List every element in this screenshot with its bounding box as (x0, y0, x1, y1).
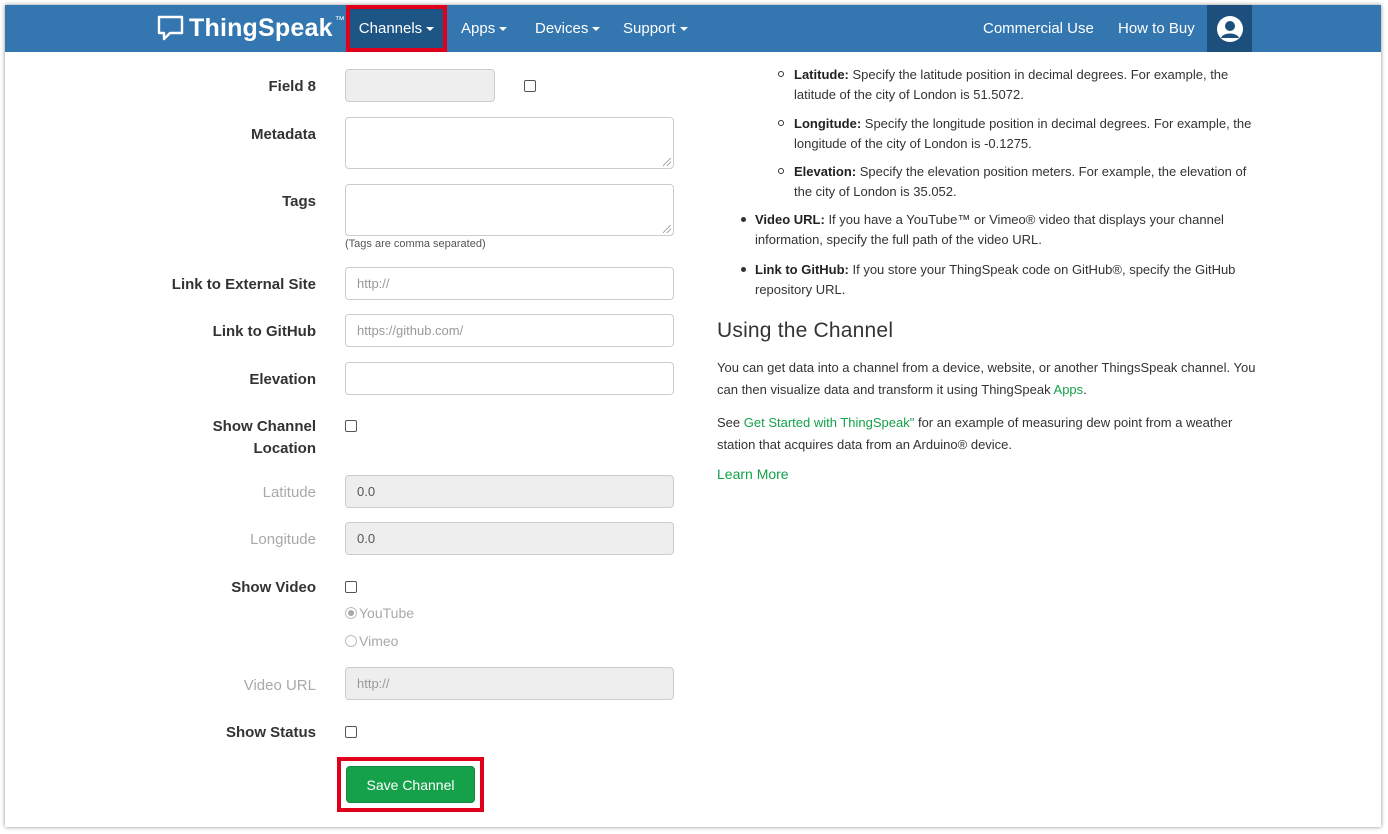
github-label: Link to GitHub (212, 323, 316, 340)
save-channel-highlight: Save Channel (337, 757, 484, 812)
help-longitude: Longitude: Specify the longitude positio… (794, 114, 1264, 153)
vimeo-radio-option[interactable]: Vimeo (345, 633, 398, 649)
nav-support-label: Support (623, 20, 676, 37)
help-github-text2: repository URL. (755, 281, 846, 297)
show-location-checkbox[interactable] (345, 420, 357, 432)
using-p1-line2a: can then visualize data and transform it… (717, 382, 1054, 397)
thingspeak-logo[interactable]: ThingSpeak ™ (157, 13, 345, 43)
nav-channels-menu[interactable]: Channels (346, 5, 447, 52)
help-video-text1: If you have a YouTube™ or Vimeo® video t… (824, 212, 1224, 227)
show-location-label-line1: Show Channel (212, 418, 316, 435)
help-github-text1: If you store your ThingSpeak code on Git… (848, 262, 1236, 277)
help-elevation-text1: Specify the elevation position meters. F… (856, 164, 1247, 179)
video-url-input[interactable]: http:// (345, 667, 674, 700)
circle-bullet-icon (778, 71, 784, 77)
help-longitude-title: Longitude: (794, 116, 862, 131)
video-url-label: Video URL (243, 677, 316, 694)
nav-apps-label: Apps (461, 20, 496, 37)
circle-bullet-icon (778, 120, 784, 126)
longitude-label: Longitude (250, 531, 316, 548)
github-input[interactable]: https://github.com/ (345, 314, 674, 347)
resize-grip-icon[interactable] (663, 225, 671, 233)
apps-link[interactable]: Apps (1054, 382, 1084, 397)
help-video-url: Video URL: If you have a YouTube™ or Vim… (755, 210, 1265, 249)
elevation-input[interactable] (345, 362, 674, 395)
learn-more-link[interactable]: Learn More (717, 465, 789, 485)
nav-commercial-use-link[interactable]: Commercial Use (983, 5, 1094, 52)
user-account-button[interactable] (1207, 5, 1252, 52)
tags-help-text: (Tags are comma separated) (345, 238, 486, 250)
help-latitude-text1: Specify the latitude position in decimal… (848, 67, 1229, 82)
help-github-title: Link to GitHub: (755, 262, 849, 277)
vimeo-radio[interactable] (345, 635, 357, 647)
help-latitude-title: Latitude: (794, 67, 849, 82)
resize-grip-icon[interactable] (663, 158, 671, 166)
youtube-radio-option[interactable]: YouTube (345, 605, 414, 621)
show-video-checkbox[interactable] (345, 581, 357, 593)
caret-down-icon (499, 26, 508, 31)
speech-bubble-icon (157, 15, 184, 41)
help-elevation-text2: the city of London is 35.052. (794, 183, 957, 199)
using-channel-paragraph: You can get data into a channel from a d… (717, 357, 1277, 401)
tags-label: Tags (282, 193, 316, 210)
save-channel-button[interactable]: Save Channel (346, 766, 475, 803)
help-longitude-text1: Specify the longitude position in decima… (861, 116, 1252, 131)
disc-bullet-icon (741, 217, 746, 222)
latitude-label: Latitude (262, 484, 316, 501)
brand-name: ThingSpeak (189, 13, 333, 42)
latitude-input[interactable]: 0.0 (345, 475, 674, 508)
vimeo-label: Vimeo (359, 633, 399, 649)
show-status-label: Show Status (225, 724, 316, 741)
elevation-label: Elevation (249, 371, 316, 388)
using-p1-line1: You can get data into a channel from a d… (717, 360, 1256, 375)
show-status-checkbox[interactable] (345, 726, 357, 738)
disc-bullet-icon (741, 267, 746, 272)
help-video-text2: information, specify the full path of th… (755, 231, 1042, 247)
using-p2-a: See (717, 415, 744, 430)
nav-channels-label: Channels (358, 20, 423, 37)
user-avatar-icon (1216, 15, 1243, 42)
nav-support-menu[interactable]: Support (623, 5, 688, 52)
longitude-input[interactable]: 0.0 (345, 522, 674, 555)
nav-apps-menu[interactable]: Apps (461, 5, 508, 52)
show-location-label-line2: Location (253, 440, 317, 457)
help-latitude: Latitude: Specify the latitude position … (794, 65, 1264, 104)
field8-input[interactable] (345, 69, 495, 102)
get-started-link[interactable]: Get Started with ThingSpeak" (744, 415, 915, 430)
show-video-label: Show Video (231, 579, 316, 596)
help-longitude-text2: longitude of the city of London is -0.12… (794, 135, 1032, 151)
help-elevation-title: Elevation: (794, 164, 857, 179)
help-elevation: Elevation: Specify the elevation positio… (794, 162, 1264, 201)
help-latitude-text2: latitude of the city of London is 51.507… (794, 86, 1024, 102)
browser-frame: ThingSpeak ™ Channels Apps Devices Suppor… (5, 5, 1381, 827)
help-github: Link to GitHub: If you store your ThingS… (755, 260, 1265, 299)
field8-checkbox[interactable] (524, 80, 536, 92)
caret-down-icon (426, 26, 435, 31)
tags-textarea[interactable] (345, 184, 674, 236)
caret-down-icon (679, 26, 688, 31)
youtube-label: YouTube (359, 605, 415, 621)
help-video-title: Video URL: (755, 212, 825, 227)
metadata-label: Metadata (250, 126, 316, 143)
youtube-radio[interactable] (345, 607, 357, 619)
circle-bullet-icon (778, 168, 784, 174)
using-p2-b: for an example of measuring dew point fr… (914, 415, 1233, 430)
using-channel-heading: Using the Channel (717, 319, 894, 342)
using-p2-line2: station that acquires data from an Ardui… (717, 437, 1013, 452)
metadata-textarea[interactable] (345, 117, 674, 169)
field8-label: Field 8 (268, 78, 316, 95)
nav-devices-label: Devices (535, 20, 589, 37)
top-navbar: ThingSpeak ™ Channels Apps Devices Suppor… (5, 5, 1381, 52)
external-site-label: Link to External Site (171, 276, 316, 293)
brand-trademark: ™ (334, 14, 345, 26)
nav-how-to-buy-link[interactable]: How to Buy (1118, 5, 1195, 52)
nav-devices-menu[interactable]: Devices (535, 5, 601, 52)
caret-down-icon (592, 26, 601, 31)
get-started-paragraph: See Get Started with ThingSpeak" for an … (717, 412, 1277, 456)
external-site-input[interactable]: http:// (345, 267, 674, 300)
using-p1-line2b: . (1083, 382, 1087, 397)
